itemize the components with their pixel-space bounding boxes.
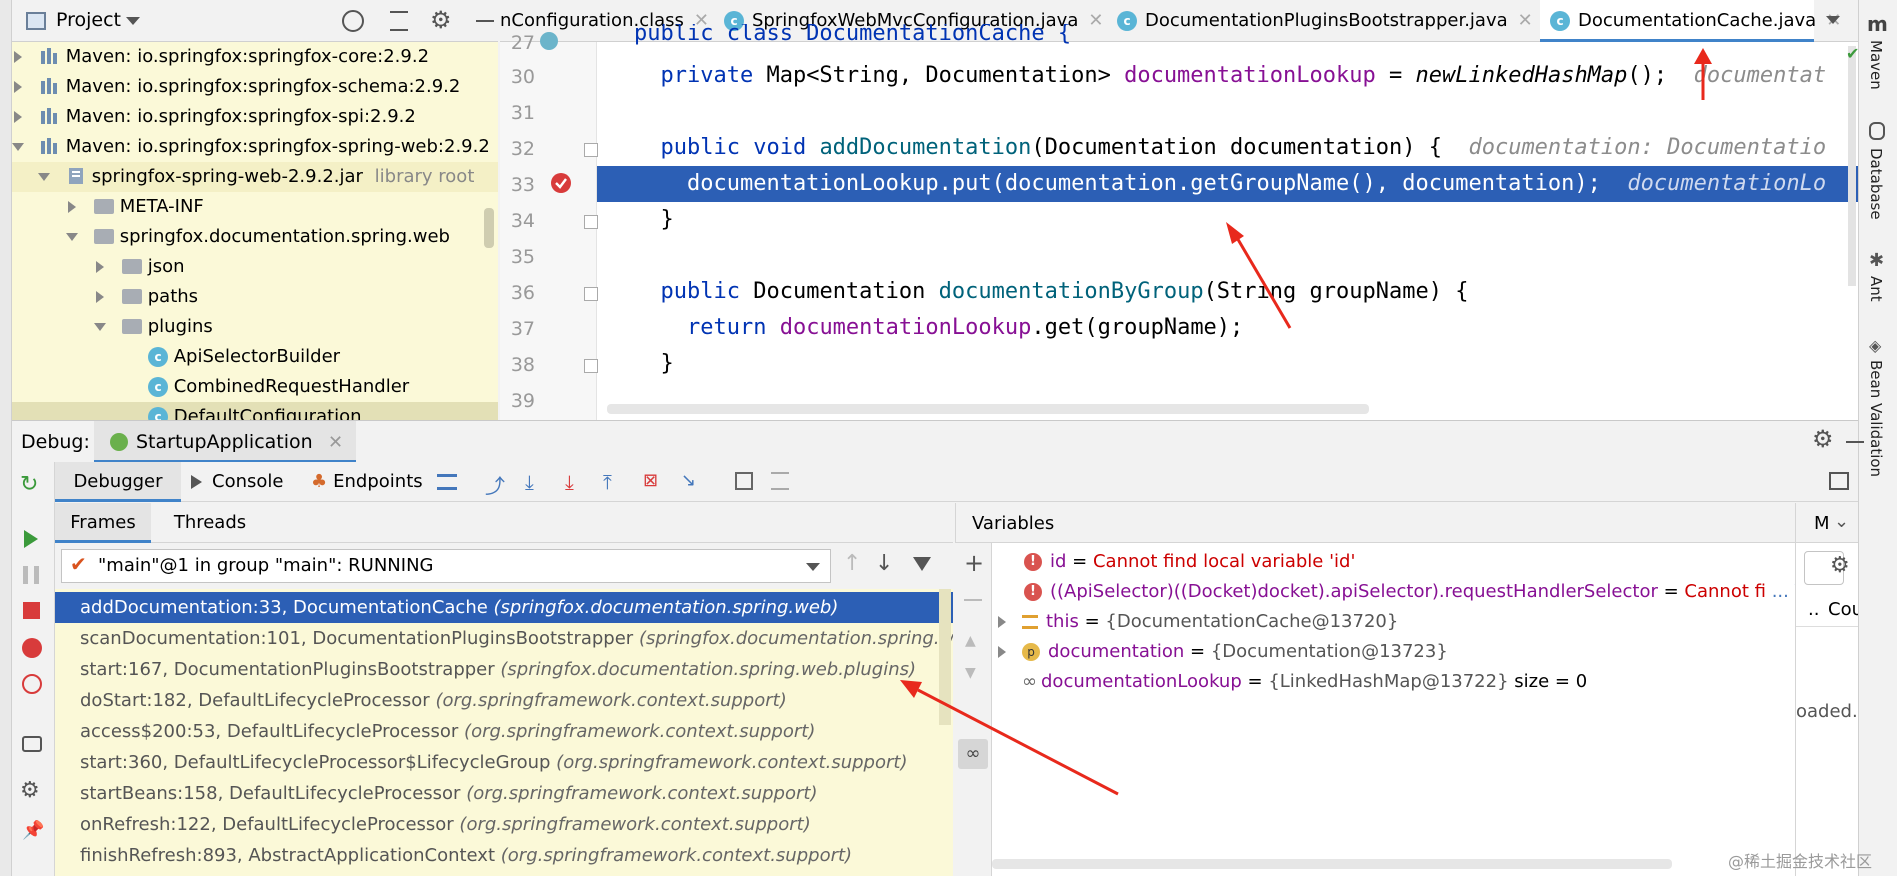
annotation-arrows: [900, 48, 1712, 796]
annotation-arrow: [900, 680, 1119, 796]
annotation-arrow: [1226, 222, 1292, 329]
watermark: @稀土掘金技术社区: [1728, 852, 1873, 871]
annotation-arrow: [1694, 48, 1712, 100]
